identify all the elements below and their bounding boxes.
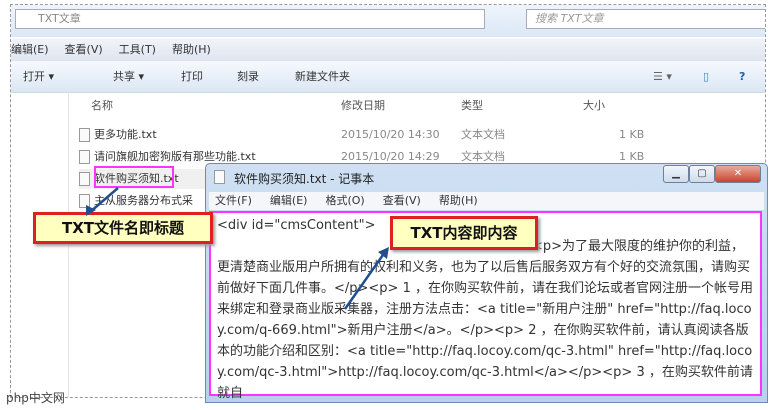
arrow-content (343, 251, 387, 310)
annotation-arrows (86, 187, 389, 310)
arrow-filename (89, 187, 119, 213)
watermark: php中文网 (6, 391, 65, 405)
